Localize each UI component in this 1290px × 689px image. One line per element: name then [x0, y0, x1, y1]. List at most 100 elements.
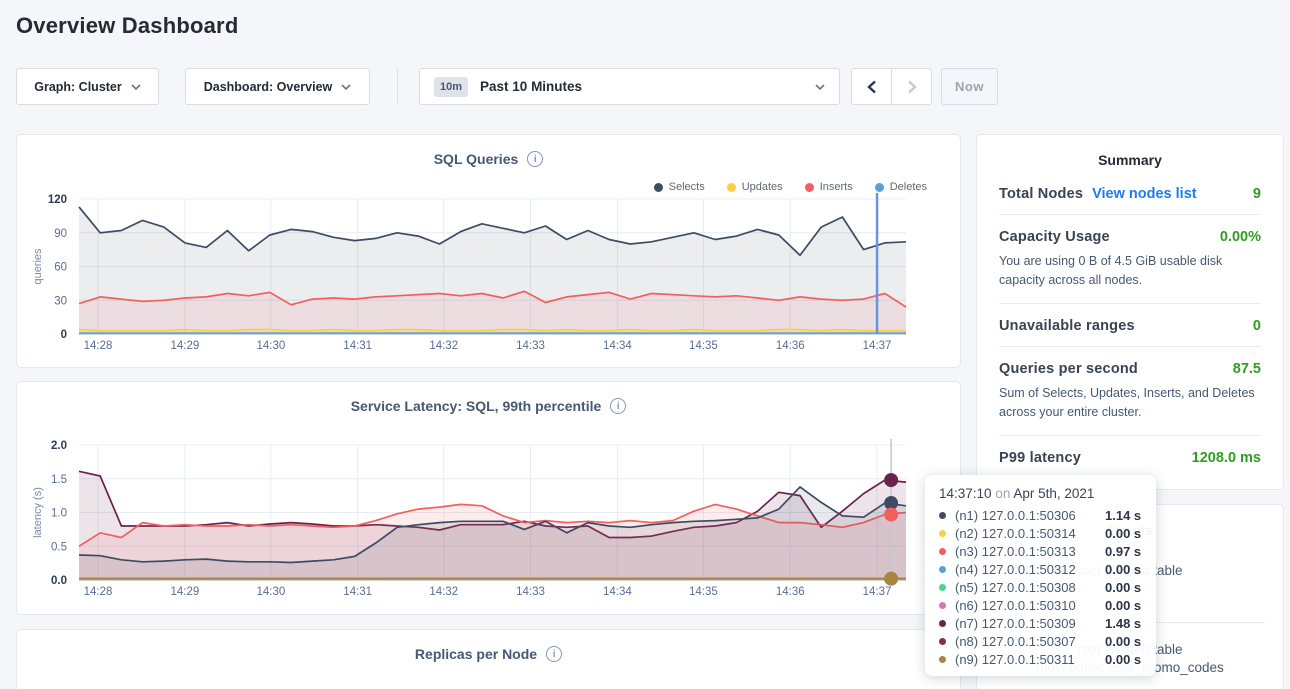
- svg-text:0: 0: [61, 329, 67, 341]
- tooltip-node-label: (n3) 127.0.0.1:50313: [955, 544, 1105, 559]
- series-dot-icon: [939, 638, 946, 645]
- svg-text:2.0: 2.0: [51, 440, 67, 452]
- svg-text:14:29: 14:29: [170, 340, 199, 352]
- chevron-down-icon: [815, 84, 825, 90]
- svg-text:14:33: 14:33: [516, 340, 545, 352]
- svg-text:14:34: 14:34: [603, 340, 632, 352]
- series-dot-icon: [939, 620, 946, 627]
- summary-row-value: 0.00%: [1220, 229, 1261, 245]
- svg-text:14:28: 14:28: [84, 586, 113, 598]
- tooltip-node-row: (n3) 127.0.0.1:503130.97 s: [939, 542, 1142, 560]
- chevron-down-icon: [341, 84, 351, 90]
- series-dot-icon: [939, 530, 946, 537]
- tooltip-node-row: (n4) 127.0.0.1:503120.00 s: [939, 560, 1142, 578]
- chevron-down-icon: [131, 84, 141, 90]
- svg-text:14:37: 14:37: [863, 340, 892, 352]
- tooltip-node-row: (n6) 127.0.0.1:503100.00 s: [939, 596, 1142, 614]
- y-axis-label: latency (s): [32, 487, 44, 538]
- tooltip-node-row: (n8) 127.0.0.1:503070.00 s: [939, 632, 1142, 650]
- tooltip-node-row: (n7) 127.0.0.1:503091.48 s: [939, 614, 1142, 632]
- time-next-button[interactable]: [892, 69, 931, 104]
- svg-text:14:35: 14:35: [689, 586, 718, 598]
- tooltip-timestamp: 14:37:10 on Apr 5th, 2021: [939, 486, 1142, 501]
- series-dot-icon: [939, 548, 946, 555]
- summary-row: P99 latency 1208.0 ms: [999, 435, 1261, 478]
- svg-text:14:31: 14:31: [343, 340, 372, 352]
- svg-text:1.0: 1.0: [51, 508, 67, 520]
- tooltip-node-row: (n5) 127.0.0.1:503080.00 s: [939, 578, 1142, 596]
- tooltip-node-value: 0.00 s: [1105, 580, 1141, 595]
- chart-hover-tooltip: 14:37:10 on Apr 5th, 2021 (n1) 127.0.0.1…: [925, 475, 1156, 676]
- summary-row: Queries per second87.5Sum of Selects, Up…: [999, 346, 1261, 435]
- svg-text:60: 60: [54, 262, 67, 274]
- sql-queries-title: SQL Queries: [434, 151, 519, 167]
- svg-text:14:31: 14:31: [343, 586, 372, 598]
- time-range-badge: 10m: [434, 77, 468, 97]
- tooltip-node-label: (n5) 127.0.0.1:50308: [955, 580, 1105, 595]
- series-dot-icon: [939, 584, 946, 591]
- summary-row-value: 0: [1253, 318, 1261, 334]
- tooltip-node-value: 0.00 s: [1105, 526, 1141, 541]
- tooltip-node-value: 0.00 s: [1105, 634, 1141, 649]
- summary-row: Unavailable ranges0: [999, 303, 1261, 346]
- svg-text:0.0: 0.0: [51, 575, 67, 587]
- time-nav-group: [851, 68, 932, 105]
- svg-text:14:35: 14:35: [689, 340, 718, 352]
- time-range-label: Past 10 Minutes: [480, 79, 582, 94]
- time-prev-button[interactable]: [852, 69, 892, 104]
- summary-title: Summary: [977, 135, 1283, 172]
- summary-row-value: 87.5: [1233, 361, 1261, 377]
- tooltip-node-value: 0.00 s: [1105, 652, 1141, 667]
- svg-text:1.5: 1.5: [51, 474, 67, 486]
- tooltip-node-label: (n2) 127.0.0.1:50314: [955, 526, 1105, 541]
- summary-row: Total NodesView nodes list9: [999, 172, 1261, 214]
- now-button[interactable]: Now: [941, 68, 998, 105]
- svg-text:14:32: 14:32: [429, 586, 458, 598]
- summary-row-label: P99 latency: [999, 450, 1081, 466]
- series-dot-icon: [939, 656, 946, 663]
- replicas-per-node-title: Replicas per Node: [415, 646, 537, 662]
- tooltip-node-row: (n9) 127.0.0.1:503110.00 s: [939, 650, 1142, 668]
- summary-row-label: Queries per second: [999, 361, 1138, 377]
- sql-queries-card: SQL Queries i SelectsUpdatesInsertsDelet…: [16, 134, 961, 368]
- tooltip-node-value: 0.00 s: [1105, 562, 1141, 577]
- tooltip-node-row: (n1) 127.0.0.1:503061.14 s: [939, 506, 1142, 524]
- svg-text:14:29: 14:29: [170, 586, 199, 598]
- info-icon[interactable]: i: [610, 398, 626, 414]
- tooltip-node-label: (n6) 127.0.0.1:50310: [955, 598, 1105, 613]
- replicas-per-node-card: Replicas per Node i: [16, 629, 961, 689]
- svg-text:14:32: 14:32: [429, 340, 458, 352]
- svg-text:90: 90: [54, 228, 67, 240]
- svg-text:14:36: 14:36: [776, 586, 805, 598]
- summary-panel: Summary Total NodesView nodes list9Capac…: [976, 134, 1284, 490]
- service-latency-chart[interactable]: 0.00.51.01.52.014:2814:2914:3014:3114:32…: [17, 437, 946, 607]
- dashboard-dropdown[interactable]: Dashboard: Overview: [185, 68, 370, 105]
- time-range-dropdown[interactable]: 10m Past 10 Minutes: [419, 68, 840, 105]
- tooltip-node-value: 1.48 s: [1105, 616, 1141, 631]
- tooltip-node-value: 0.97 s: [1105, 544, 1141, 559]
- y-axis-label: queries: [32, 248, 44, 285]
- sql-queries-chart[interactable]: 030609012014:2814:2914:3014:3114:3214:33…: [17, 191, 946, 361]
- series-dot-icon: [939, 602, 946, 609]
- graph-dropdown[interactable]: Graph: Cluster: [16, 68, 159, 105]
- toolbar-divider: [397, 68, 398, 105]
- view-nodes-list-link[interactable]: View nodes list: [1092, 186, 1197, 202]
- tooltip-node-value: 0.00 s: [1105, 598, 1141, 613]
- info-icon[interactable]: i: [546, 646, 562, 662]
- summary-row-label: Total Nodes: [999, 186, 1083, 202]
- summary-row-value: 1208.0 ms: [1192, 450, 1261, 466]
- tooltip-node-label: (n1) 127.0.0.1:50306: [955, 508, 1105, 523]
- svg-text:14:30: 14:30: [256, 340, 285, 352]
- tooltip-node-label: (n9) 127.0.0.1:50311: [955, 652, 1105, 667]
- series-dot-icon: [939, 566, 946, 573]
- tooltip-node-row: (n2) 127.0.0.1:503140.00 s: [939, 524, 1142, 542]
- svg-text:14:30: 14:30: [256, 586, 285, 598]
- summary-row-label: Capacity Usage: [999, 229, 1110, 245]
- tooltip-node-label: (n4) 127.0.0.1:50312: [955, 562, 1105, 577]
- service-latency-title: Service Latency: SQL, 99th percentile: [351, 398, 602, 414]
- tooltip-node-label: (n7) 127.0.0.1:50309: [955, 616, 1105, 631]
- info-icon[interactable]: i: [527, 151, 543, 167]
- svg-text:120: 120: [48, 194, 67, 206]
- svg-text:14:28: 14:28: [84, 340, 113, 352]
- graph-dropdown-label: Graph: Cluster: [34, 80, 122, 94]
